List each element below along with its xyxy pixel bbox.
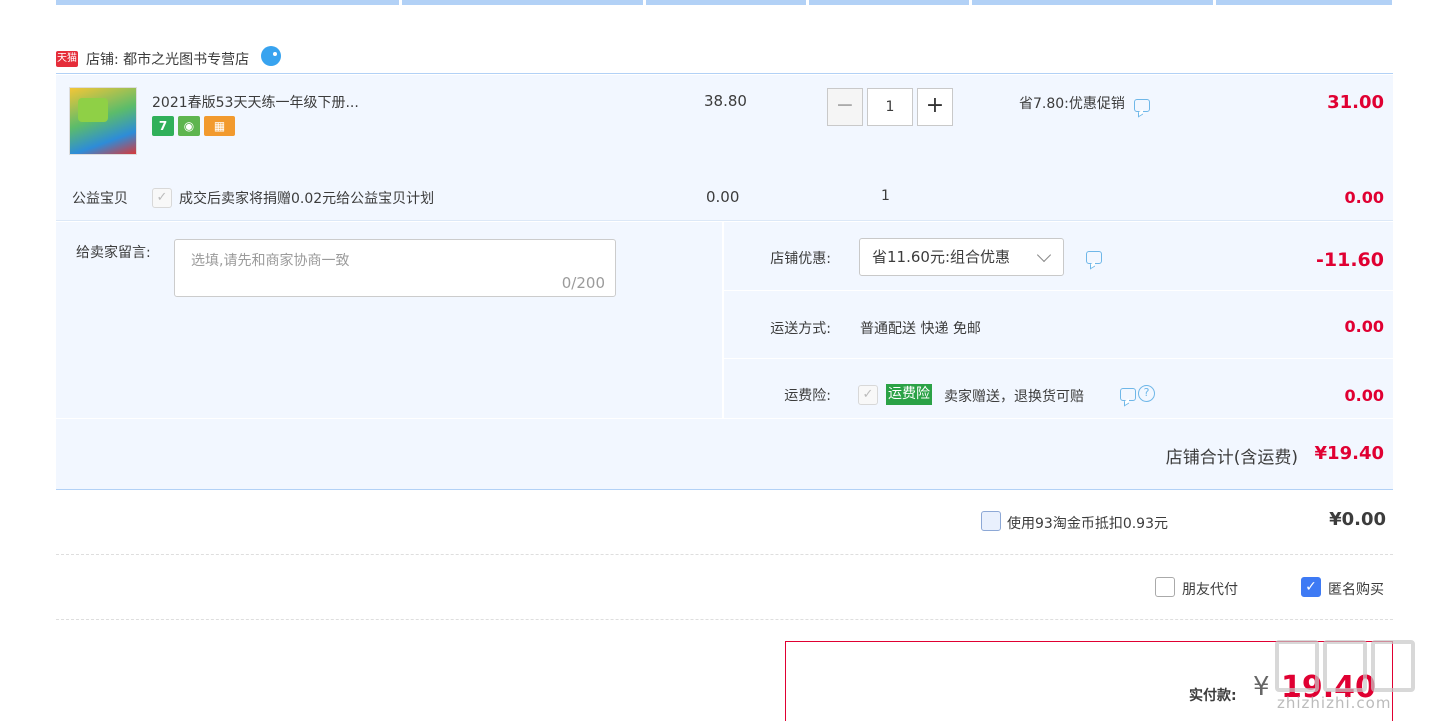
charity-description: 成交后卖家将捐赠0.02元给公益宝贝计划 [179, 191, 435, 207]
seller-message-textarea[interactable]: 选填,请先和商家协商一致 0/200 [174, 239, 616, 297]
chevron-down-icon [1036, 247, 1052, 263]
anonymous-checkbox[interactable]: ✓ [1301, 577, 1321, 597]
seller-message-panel: 给卖家留言: 选填,请先和商家协商一致 0/200 [56, 222, 722, 418]
header-segment [972, 0, 1213, 5]
insurance-comment-icon[interactable] [1120, 388, 1136, 401]
charity-label: 公益宝贝 [72, 191, 128, 207]
anonymous-label[interactable]: 匿名购买 [1328, 579, 1384, 599]
item-subtotal: 31.00 [1327, 92, 1384, 113]
shop-name[interactable]: 店铺: 都市之光图书专营店 [86, 49, 249, 69]
discount-value: -11.60 [1316, 249, 1384, 271]
shipping-insurance-row: 运费险: ✓ 运费险 卖家赠送，退换货可赔 ? 0.00 [724, 359, 1393, 418]
purchase-options-row: 朋友代付 ✓ 匿名购买 [56, 556, 1393, 620]
quantity-stepper: − 1 + [827, 88, 953, 126]
coins-label[interactable]: 使用93淘金币抵扣0.93元 [1007, 513, 1168, 533]
shop-total-row: 店铺合计(含运费) ¥19.40 [56, 419, 1393, 490]
quantity-input[interactable]: 1 [867, 88, 913, 126]
shop-discount-row: 店铺优惠: 省11.60元:组合优惠 -11.60 [724, 222, 1393, 290]
watermark-glyph-icon [1275, 640, 1319, 692]
guarantee-icon: ◉ [178, 116, 200, 136]
message-placeholder: 选填,请先和商家协商一致 [191, 253, 350, 269]
header-segment [809, 0, 969, 5]
coins-checkbox[interactable] [981, 511, 1001, 531]
wangwang-chat-icon[interactable] [261, 45, 282, 66]
promotion-text: 省7.80:优惠促销 [1019, 96, 1125, 112]
site-watermark: zhizhizhi.com [1269, 640, 1419, 720]
insurance-label: 运费险: [784, 388, 831, 404]
help-icon[interactable]: ? [1138, 385, 1155, 402]
coins-value: ¥0.00 [1329, 509, 1386, 530]
header-segment [56, 0, 399, 5]
shipping-method: 普通配送 快递 免邮 [860, 321, 981, 337]
shipping-value: 0.00 [1344, 317, 1384, 336]
friend-pay-checkbox[interactable] [1155, 577, 1175, 597]
discount-selected-value: 省11.60元:组合优惠 [872, 248, 1010, 266]
shipping-method-row: 运送方式: 普通配送 快递 免邮 0.00 [724, 291, 1393, 358]
discount-comment-icon[interactable] [1086, 251, 1102, 264]
shop-total-value: ¥19.40 [1314, 443, 1384, 464]
header-segment [402, 0, 643, 5]
order-options-panel: 店铺优惠: 省11.60元:组合优惠 -11.60 运送方式: 普通配送 快递 … [724, 222, 1393, 418]
taojinbi-row: 使用93淘金币抵扣0.93元 ¥0.00 [56, 491, 1393, 555]
header-segment [1216, 0, 1392, 5]
shipping-label: 运送方式: [770, 321, 831, 337]
tmall-logo-icon: 天猫 [56, 50, 78, 67]
column-header-bar [56, 0, 1393, 5]
discount-label: 店铺优惠: [770, 251, 831, 267]
charity-checkbox: ✓ [152, 188, 172, 208]
charity-quantity: 1 [881, 188, 890, 204]
shop-total-label: 店铺合计(含运费) [1165, 448, 1298, 468]
charity-subtotal: 0.00 [1344, 188, 1384, 207]
increase-quantity-button[interactable]: + [917, 88, 953, 126]
message-label: 给卖家留言: [76, 245, 151, 261]
product-thumbnail[interactable] [69, 87, 137, 155]
charity-price: 0.00 [706, 188, 740, 206]
order-item: 2021春版53天天练一年级下册... 7 ◉ ▦ 38.80 − 1 + 省7… [56, 75, 1393, 221]
payment-label: 实付款: [1189, 688, 1237, 704]
header-segment [646, 0, 806, 5]
shop-header: 天猫 店铺: 都市之光图书专营店 [56, 44, 1393, 74]
friend-pay-label[interactable]: 朋友代付 [1182, 579, 1238, 599]
unit-price: 38.80 [704, 92, 747, 110]
decrease-quantity-button[interactable]: − [827, 88, 863, 126]
seven-day-return-icon: 7 [152, 116, 174, 136]
payment-currency: ¥ [1253, 672, 1270, 702]
item-promotion: 省7.80:优惠促销 [1019, 93, 1150, 113]
watermark-text: zhizhizhi.com [1277, 694, 1392, 712]
promo-comment-icon[interactable] [1133, 98, 1150, 112]
watermark-glyph-icon [1323, 640, 1367, 692]
credit-card-icon: ▦ [204, 116, 235, 136]
service-badges: 7 ◉ ▦ [152, 116, 235, 136]
product-title[interactable]: 2021春版53天天练一年级下册... [152, 92, 359, 112]
message-char-counter: 0/200 [561, 274, 605, 292]
insurance-value: 0.00 [1344, 386, 1384, 405]
discount-select[interactable]: 省11.60元:组合优惠 [859, 238, 1064, 276]
insurance-description: 卖家赠送，退换货可赔 [944, 389, 1084, 405]
insurance-badge: 运费险 [886, 384, 932, 405]
insurance-checkbox: ✓ [858, 385, 878, 405]
watermark-glyph-icon [1371, 640, 1415, 692]
